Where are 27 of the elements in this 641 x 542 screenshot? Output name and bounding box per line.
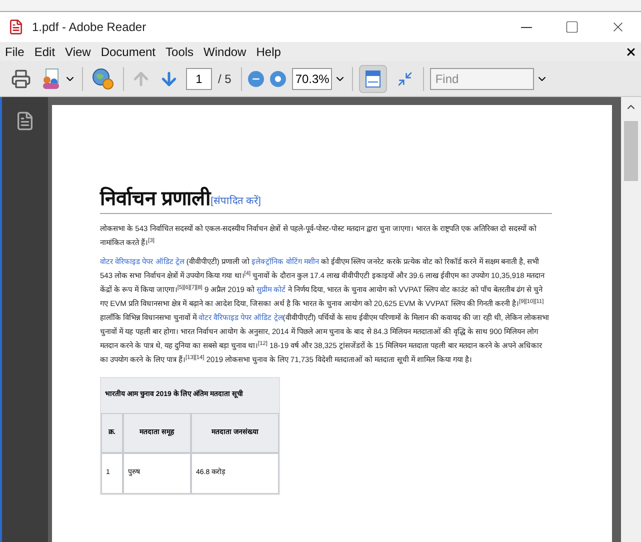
find-field[interactable]: Find bbox=[430, 68, 534, 90]
menu-item[interactable]: Window bbox=[198, 42, 252, 60]
zoom-field[interactable]: 70.3% bbox=[292, 68, 332, 90]
menu-item[interactable]: Document bbox=[96, 42, 161, 60]
maximize-icon bbox=[565, 20, 579, 34]
menu-item[interactable]: View bbox=[60, 42, 96, 60]
globe-gear-icon bbox=[91, 66, 115, 90]
menu-item[interactable]: Help bbox=[251, 42, 286, 60]
close-document-icon[interactable] bbox=[625, 46, 637, 58]
zoom-out-button[interactable] bbox=[248, 70, 264, 86]
fit-width-icon bbox=[365, 70, 382, 88]
share-button[interactable] bbox=[40, 66, 76, 92]
scrollbar-thumb[interactable] bbox=[624, 121, 638, 181]
fit-width-button[interactable] bbox=[359, 64, 388, 92]
page-count: / 5 bbox=[218, 70, 232, 88]
menu-item[interactable]: Edit bbox=[29, 42, 60, 60]
zoom-in-button[interactable] bbox=[270, 70, 286, 86]
page-number-field[interactable]: 1 bbox=[186, 68, 212, 90]
section-heading: निर्वाचन प्रणाली bbox=[100, 189, 211, 209]
pages-icon[interactable] bbox=[15, 111, 35, 131]
menu-item[interactable]: Tools bbox=[160, 42, 199, 60]
pdf-file-icon bbox=[8, 19, 24, 35]
fit-page-icon bbox=[397, 70, 414, 86]
menu-item[interactable]: File bbox=[0, 42, 30, 60]
window-title: 1.pdf - Adobe Reader bbox=[32, 19, 146, 36]
edit-link[interactable]: [संपादित करें] bbox=[210, 194, 261, 209]
minimize-icon bbox=[520, 26, 532, 28]
